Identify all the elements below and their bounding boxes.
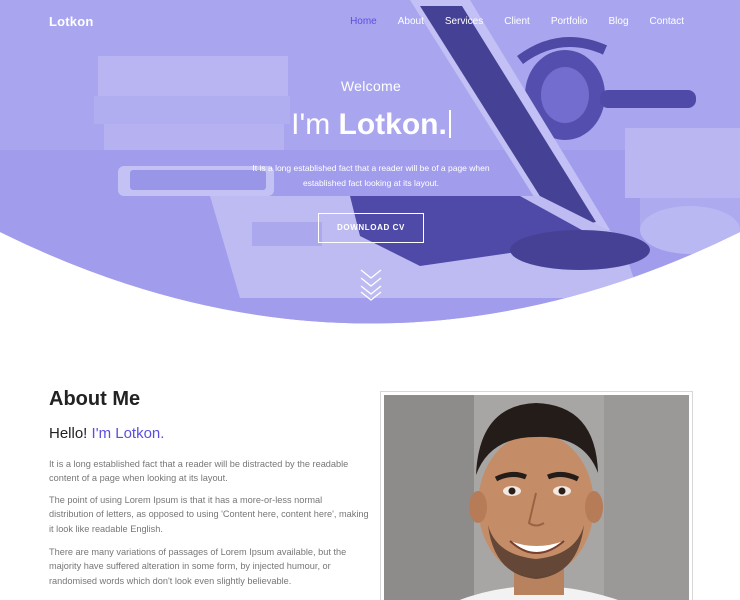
hero-welcome: Welcome <box>340 78 402 94</box>
hero-section: Lotkon Home About Services Client Portfo… <box>0 0 740 360</box>
download-cv-button[interactable]: DOWNLOAD CV <box>318 213 424 243</box>
about-paragraph-3: There are many variations of passages of… <box>49 547 347 586</box>
nav-item-contact[interactable]: Contact <box>650 16 684 27</box>
nav-item-about[interactable]: About <box>398 16 424 27</box>
brand-logo[interactable]: Lotkon <box>49 14 94 29</box>
hero-subtitle: It is a long established fact that a rea… <box>252 163 490 188</box>
about-paragraph-2: The point of using Lorem Ipsum is that i… <box>49 495 369 534</box>
nav-item-services[interactable]: Services <box>445 16 483 27</box>
scroll-down-icon[interactable] <box>359 268 383 302</box>
greeting-prefix: Hello! <box>49 425 92 442</box>
nav-item-client[interactable]: Client <box>504 16 530 27</box>
nav-item-blog[interactable]: Blog <box>609 16 629 27</box>
profile-photo <box>384 395 689 600</box>
hero-headline: I'm Lotkon. <box>0 108 740 142</box>
hero-headline-prefix: I'm <box>291 108 339 141</box>
about-title-bold: About <box>49 388 107 410</box>
top-navbar: Lotkon Home About Services Client Portfo… <box>0 0 740 46</box>
nav-menu: Home About Services Client Portfolio Blo… <box>329 16 684 27</box>
profile-photo-frame <box>380 391 693 600</box>
greeting-name: I'm Lotkon. <box>91 425 165 442</box>
typing-caret <box>448 110 451 138</box>
about-title-rest: Me <box>106 388 141 410</box>
about-paragraph-1: It is a long established fact that a rea… <box>49 459 349 484</box>
about-title: About Me <box>49 388 140 411</box>
hero-headline-name: Lotkon. <box>338 108 447 141</box>
nav-item-portfolio[interactable]: Portfolio <box>551 16 588 27</box>
nav-item-home[interactable]: Home <box>350 16 377 27</box>
about-greeting: Hello! I'm Lotkon. <box>49 425 164 442</box>
